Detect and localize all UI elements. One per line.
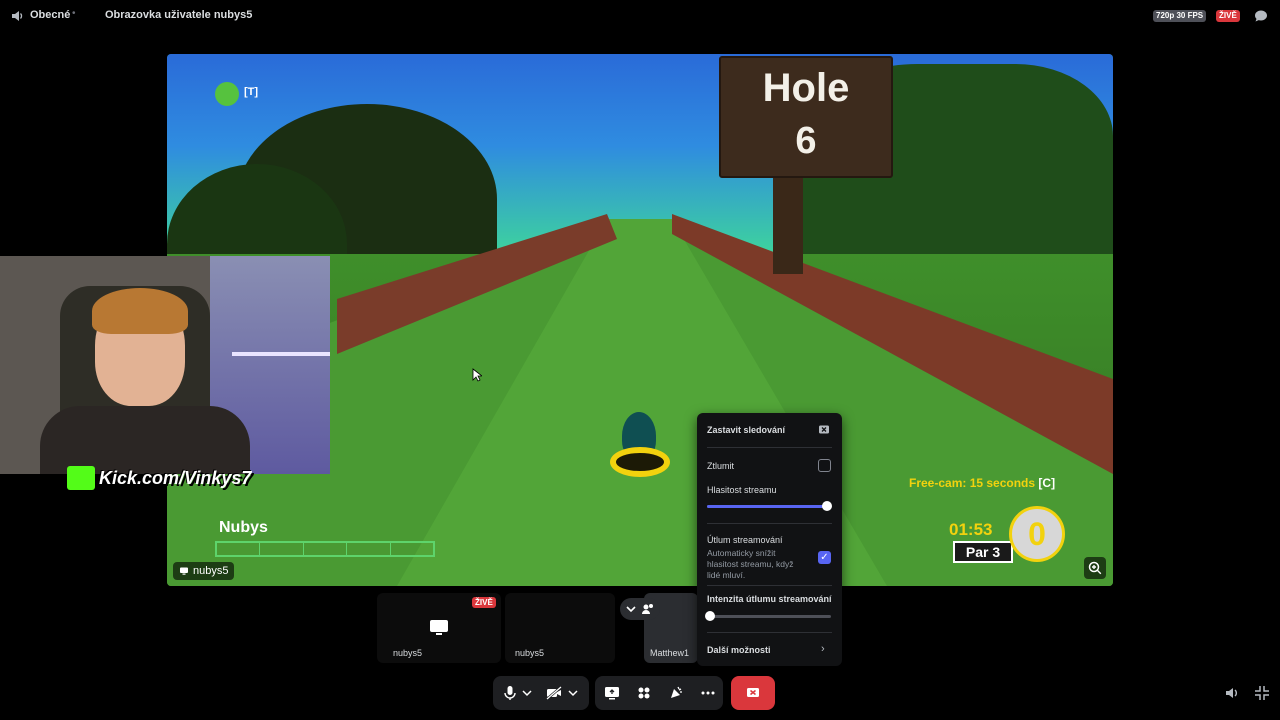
screen-share-icon[interactable] (603, 684, 621, 702)
chevron-right-icon: › (821, 643, 825, 655)
hole-sign-word: Hole (762, 66, 850, 110)
webcam-hair (92, 288, 188, 334)
volume-icon[interactable] (1224, 685, 1240, 701)
ducking-label: Útlum streamování (707, 535, 783, 545)
stream-owner-name: nubys5 (193, 565, 229, 577)
freecam-text: Free-cam: 15 seconds (909, 476, 1036, 490)
player-ring (610, 447, 670, 477)
speaker-icon (12, 11, 23, 21)
leave-call-button[interactable] (731, 676, 775, 710)
people-icon (642, 604, 653, 614)
webcam-shirt (40, 406, 250, 474)
divider (707, 523, 832, 524)
tile-live-badge: ŽIVĚ (472, 597, 496, 608)
top-bar: Obecné • Obrazovka uživatele nubys5 720p… (0, 0, 1280, 32)
chevron-down-icon[interactable] (567, 684, 579, 702)
chevron-down-icon[interactable] (521, 684, 533, 702)
more-icon[interactable] (699, 684, 717, 702)
participant-tile[interactable]: ŽIVĚ nubys5 (377, 593, 501, 663)
mute-checkbox[interactable] (818, 459, 831, 472)
live-badge: ŽIVĚ (1216, 10, 1240, 22)
game-chat-key: [T] (244, 86, 259, 98)
screen-icon (430, 620, 448, 635)
hole-timer: 01:53 (949, 520, 993, 539)
player-name: Nubys (219, 519, 268, 536)
stop-watching-icon[interactable] (818, 424, 830, 436)
zoom-button[interactable] (1084, 557, 1106, 579)
stop-watching-label[interactable]: Zastavit sledování (707, 425, 785, 435)
ducking-intensity-label: Intenzita útlumu streamování (707, 594, 832, 604)
leave-call-icon (747, 688, 759, 697)
hole-sign-number: 6 (795, 120, 817, 162)
stroke-counter: 0 (1009, 506, 1065, 562)
mute-label: Ztlumit (707, 461, 734, 471)
separator: • (72, 8, 76, 19)
channel-name[interactable]: Obecné (30, 9, 70, 21)
game-chat-icon (215, 82, 239, 106)
activities-icon[interactable] (635, 684, 653, 702)
hole-sign: Hole 6 (719, 56, 893, 178)
mouse-cursor-icon (472, 368, 482, 382)
divider (707, 632, 832, 633)
ducking-intensity-slider[interactable] (705, 611, 831, 621)
collapse-participants-button[interactable] (620, 598, 660, 620)
divider (707, 585, 832, 586)
stream-owner-tag: nubys5 (173, 562, 235, 580)
freecam-hint: Free-cam: 15 seconds [C] (909, 476, 1055, 490)
score-grid (215, 541, 435, 557)
tile-owner-name: nubys5 (515, 648, 545, 658)
chat-bubble-icon[interactable] (1254, 9, 1268, 23)
participant-tile[interactable]: nubys5 (505, 593, 615, 663)
more-options-item[interactable]: Další možnosti (707, 645, 771, 655)
ducking-checkbox[interactable]: ✓ (818, 551, 831, 564)
hole-sign-post (773, 164, 803, 274)
webcam-led-strip (232, 352, 330, 356)
webcam-overlay (0, 256, 330, 474)
screen-icon (180, 567, 188, 575)
stream-volume-knob[interactable] (822, 501, 832, 511)
ducking-description: Automaticky snížit hlasitost streamu, kd… (707, 548, 794, 580)
kick-logo-icon (67, 466, 95, 490)
zoom-in-icon (1088, 561, 1102, 575)
stream-options-popup: Zastavit sledování Ztlumit Hlasitost str… (697, 413, 842, 666)
ducking-intensity-knob[interactable] (705, 611, 715, 621)
tile-owner-name: Matthew1 (650, 648, 690, 658)
camera-off-icon[interactable] (545, 684, 563, 702)
soundboard-icon[interactable] (667, 684, 685, 702)
freecam-key: [C] (1038, 476, 1056, 490)
stream-volume-fill (707, 505, 827, 508)
exit-fullscreen-icon[interactable] (1254, 685, 1270, 701)
screen-title: Obrazovka uživatele nubys5 (105, 9, 253, 21)
microphone-icon[interactable] (501, 684, 519, 702)
quality-badge: 720p 30 FPS (1153, 10, 1207, 22)
stream-volume-label: Hlasitost streamu (707, 485, 777, 495)
tile-owner-name: nubys5 (393, 648, 423, 658)
divider (707, 447, 832, 448)
kick-overlay-text: Kick.com/Vinkys7 (99, 468, 252, 488)
stream-volume-slider[interactable] (707, 501, 832, 511)
par-label: Par 3 (953, 541, 1013, 563)
voice-controls (493, 676, 589, 710)
activity-controls (595, 676, 723, 710)
chevron-down-icon (626, 606, 636, 613)
